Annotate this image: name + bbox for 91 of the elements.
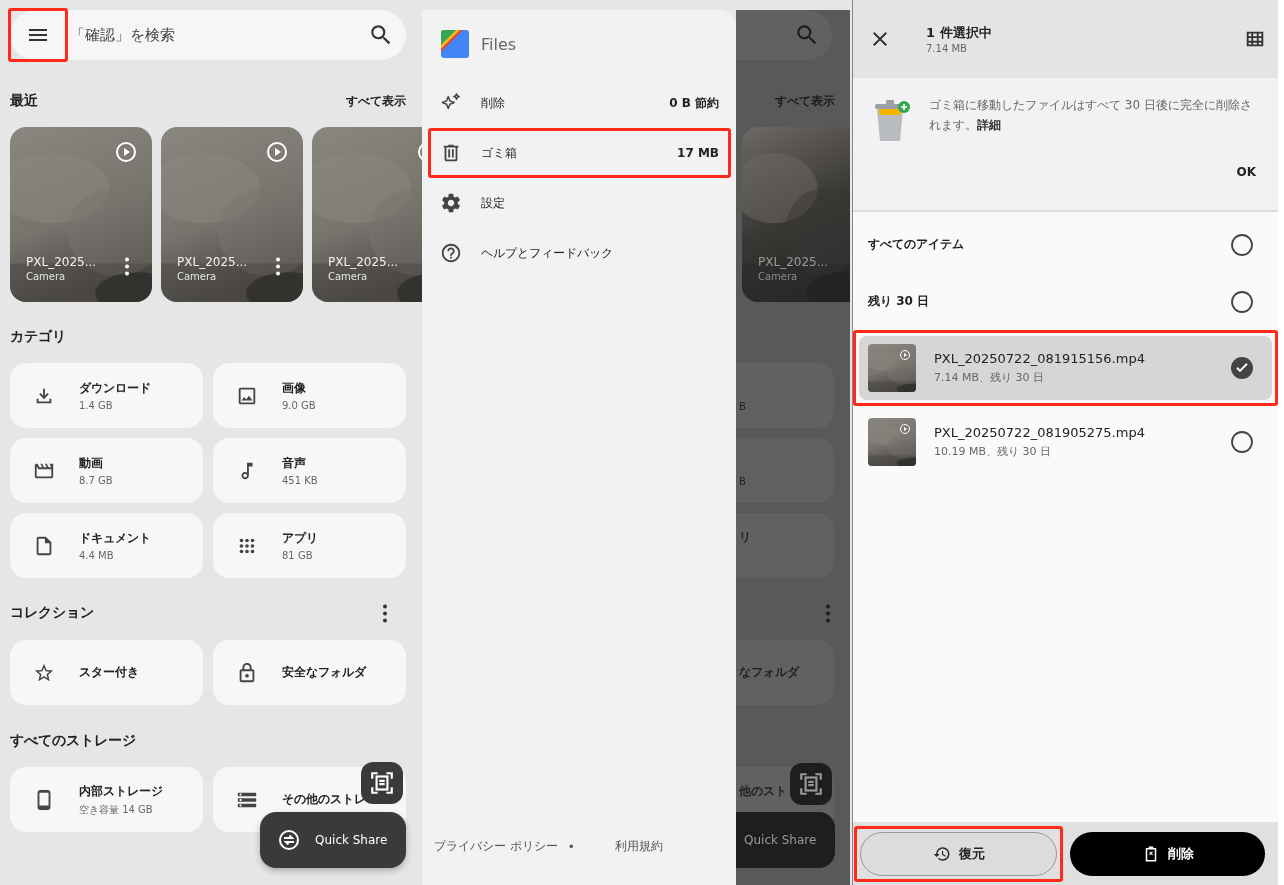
files-logo <box>440 29 470 59</box>
category-tile[interactable]: アプリ 81 GB <box>213 513 406 578</box>
category-tile[interactable]: スター付き <box>10 640 203 705</box>
more-icon[interactable] <box>382 603 388 623</box>
category-tile[interactable]: 安全なフォルダ <box>213 640 406 705</box>
category-tile[interactable]: ダウンロード 1.4 GB <box>10 363 203 428</box>
filter-row[interactable]: 残り 30 日 <box>853 273 1278 330</box>
drawer-item[interactable]: ゴミ箱 17 MB <box>431 131 728 175</box>
file-name: PXL_20250722_081905275.mp4 <box>934 425 1146 440</box>
drawer-item[interactable]: 削除 0 B 節約 <box>431 81 728 125</box>
tile-size: 1.4 GB <box>79 400 114 411</box>
tile-label: ダウンロード <box>79 380 151 397</box>
tile-label: 動画 <box>79 455 104 472</box>
section-title: カテゴリ <box>10 328 66 346</box>
file-row[interactable]: PXL_20250722_081905275.mp4 10.19 MB、残り 30 日 <box>859 410 1272 474</box>
tile-label: その他のストレ <box>282 791 366 808</box>
radio-button[interactable] <box>1230 289 1254 314</box>
tile-label: 音声 <box>282 455 307 472</box>
search-input[interactable]: 「確認」を検索 <box>68 26 368 44</box>
play-icon <box>899 423 911 435</box>
file-source: Camera <box>758 271 799 282</box>
play-icon <box>899 349 911 361</box>
category-tile[interactable]: 動画 8.7 GB <box>10 438 203 503</box>
ok-button[interactable]: OK <box>1232 161 1260 183</box>
search-field[interactable]: 「確認」を検索 <box>10 10 406 60</box>
section-title: 最近 <box>10 92 38 110</box>
tile-label: アプリ <box>282 530 318 547</box>
tile-size: 81 GB <box>282 550 314 561</box>
scan-icon <box>369 770 395 796</box>
tile-size: 451 KB <box>282 475 318 486</box>
file-name: PXL_2025... <box>758 255 830 269</box>
video-card[interactable]: PXL_2025... Camera <box>161 127 303 302</box>
video-card[interactable]: PXL_2025... Camera <box>312 127 422 302</box>
play-icon <box>265 140 289 164</box>
selection-size: 7.14 MB <box>926 43 968 54</box>
radio-button[interactable] <box>1230 232 1254 257</box>
video-card[interactable]: PXL_2025... Camera <box>10 127 152 302</box>
tile-label: B <box>739 476 746 487</box>
restore-button[interactable]: 復元 <box>860 831 1057 876</box>
tile-label: 安全なフォルダ <box>282 664 366 681</box>
more-icon[interactable] <box>124 257 130 276</box>
more-icon <box>825 603 831 623</box>
terms-link[interactable]: 利用規約 <box>614 838 663 855</box>
play-icon <box>114 140 138 164</box>
separator: • <box>567 839 575 854</box>
file-source: Camera <box>328 271 369 282</box>
category-tile[interactable]: ドキュメント 4.4 MB <box>10 513 203 578</box>
delete-button[interactable]: 削除 <box>1070 831 1265 876</box>
category-tile[interactable]: 音声 451 KB <box>213 438 406 503</box>
settings-icon <box>440 192 462 214</box>
more-icon[interactable] <box>275 257 281 276</box>
help-icon <box>440 242 462 264</box>
file-detail: 10.19 MB、残り 30 日 <box>934 444 1052 459</box>
file-name: PXL_2025... <box>177 255 249 269</box>
section-title: コレクション <box>10 604 94 622</box>
tile-label: 他のスト <box>739 783 787 800</box>
category-tile[interactable]: 内部ストレージ 空き容量 14 GB <box>10 767 203 832</box>
file-source: Camera <box>177 271 218 282</box>
quick-share-button[interactable]: Quick Share <box>260 812 406 868</box>
quick-share-icon <box>277 828 301 852</box>
tile-label: スター付き <box>79 664 139 681</box>
filter-row[interactable]: すべてのアイテム <box>853 216 1278 273</box>
privacy-link[interactable]: プライバシー ポリシー <box>434 838 558 855</box>
file-source: Camera <box>26 271 67 282</box>
tile-size: 9.0 GB <box>282 400 316 411</box>
tile-size: 8.7 GB <box>79 475 113 486</box>
tile-size: 空き容量 14 GB <box>79 802 154 817</box>
drawer-item[interactable]: 設定 <box>431 181 728 225</box>
view-all-link[interactable]: すべて表示 <box>346 92 406 110</box>
history-icon <box>932 844 951 863</box>
scan-icon <box>798 771 824 797</box>
drawer-item[interactable]: ヘルプとフィードバック <box>431 231 728 275</box>
category-tile[interactable]: 画像 9.0 GB <box>213 363 406 428</box>
file-name: PXL_2025... <box>328 255 400 269</box>
tile-size: 4.4 MB <box>79 550 115 561</box>
file-name: PXL_20250722_081915156.mp4 <box>934 351 1146 366</box>
tile-label: なフォルダ <box>739 664 799 681</box>
app-name: Files <box>481 34 517 54</box>
radio-button[interactable] <box>1230 430 1254 454</box>
tile-label: 画像 <box>282 380 307 397</box>
section-title: すべてのストレージ <box>10 732 136 750</box>
file-name: PXL_2025... <box>26 255 98 269</box>
selection-title: 1 件選択中 <box>926 24 992 42</box>
notice-text: ゴミ箱に移動したファイルはすべて 30 日後に完全に削除されます。詳細 <box>929 97 1253 134</box>
check-icon[interactable] <box>1230 356 1254 380</box>
tile-label: 内部ストレージ <box>79 782 163 800</box>
tile-label: ドキュメント <box>79 530 151 547</box>
tile-label: リ <box>739 529 751 546</box>
file-row[interactable]: PXL_20250722_081915156.mp4 7.14 MB、残り 30 日 <box>859 336 1272 400</box>
file-detail: 7.14 MB、残り 30 日 <box>934 370 1046 385</box>
tile-label: B <box>739 401 746 412</box>
